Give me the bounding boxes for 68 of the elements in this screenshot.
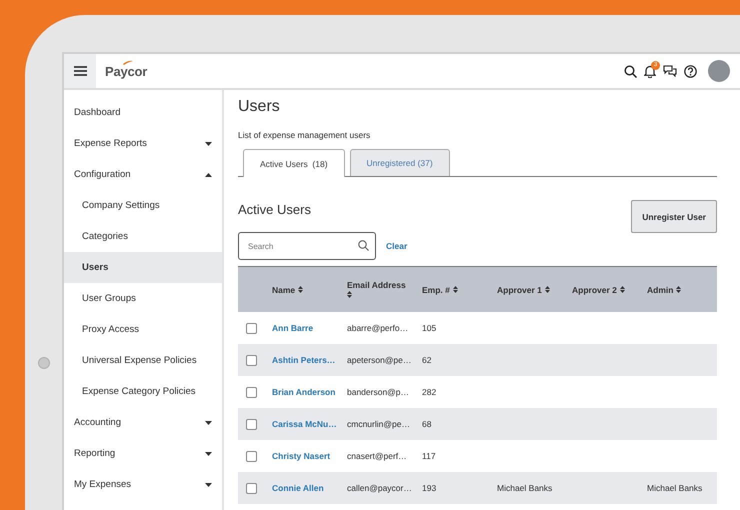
sidebar-item[interactable]: User Groups bbox=[64, 283, 222, 314]
user-name-link[interactable]: Ann Barre bbox=[272, 323, 314, 333]
row-checkbox[interactable] bbox=[246, 418, 257, 430]
unregister-user-button[interactable]: Unregister User bbox=[631, 200, 717, 233]
search-field[interactable]: Search bbox=[238, 232, 376, 260]
sidebar-item[interactable]: Expense Reports bbox=[64, 128, 222, 159]
menu-icon bbox=[74, 66, 86, 76]
menu-button[interactable] bbox=[64, 54, 96, 88]
table-cell: Michael Banks bbox=[647, 483, 702, 493]
table-cell: 282 bbox=[422, 387, 436, 397]
sort-icon bbox=[298, 286, 304, 293]
page-subtitle: List of expense management users bbox=[238, 130, 372, 140]
table-cell: abarre@perfo… bbox=[347, 323, 408, 333]
sort-icon bbox=[620, 286, 625, 293]
row-checkbox[interactable] bbox=[246, 450, 257, 462]
page-title: Users bbox=[238, 98, 281, 116]
column-header[interactable]: Approver 1 bbox=[497, 284, 542, 294]
table-cell: cnasert@perf… bbox=[347, 451, 407, 461]
sidebar-item[interactable]: Company Settings bbox=[64, 190, 222, 221]
user-name-link[interactable]: Brian Anderson bbox=[272, 387, 336, 397]
sidebar-item[interactable]: Users bbox=[64, 252, 222, 283]
table-cell: apeterson@pe… bbox=[347, 355, 412, 365]
search-icon bbox=[358, 240, 369, 251]
row-checkbox[interactable] bbox=[246, 386, 257, 398]
sort-icon bbox=[676, 286, 682, 293]
table-cell: 68 bbox=[422, 419, 432, 429]
table-cell: cmcnurlin@pe… bbox=[347, 419, 410, 429]
sidebar-item[interactable]: Universal Expense Policies bbox=[64, 345, 222, 376]
row-checkbox[interactable] bbox=[246, 322, 257, 334]
column-header[interactable]: Approver 2 bbox=[572, 284, 617, 294]
help-icon bbox=[684, 64, 697, 78]
table-cell: 62 bbox=[422, 355, 432, 365]
column-header[interactable]: Admin bbox=[647, 284, 674, 294]
user-name-link[interactable]: Christy Nasert bbox=[272, 451, 330, 461]
search-icon bbox=[624, 64, 637, 78]
table-cell: banderson@p… bbox=[347, 387, 410, 397]
column-header[interactable]: Emp. # bbox=[422, 284, 450, 294]
sidebar-item[interactable]: Expense Category Policies bbox=[64, 376, 222, 407]
sidebar-item[interactable]: Dashboard bbox=[64, 97, 222, 128]
tab[interactable]: Unregistered (37) bbox=[350, 149, 450, 176]
clear-link[interactable]: Clear bbox=[386, 241, 408, 251]
row-checkbox[interactable] bbox=[246, 354, 257, 366]
logo: Paycor bbox=[105, 64, 148, 78]
section-title: Active Users bbox=[238, 202, 311, 217]
table-cell: Michael Banks bbox=[497, 483, 552, 493]
chat-button[interactable] bbox=[663, 65, 677, 77]
sidebar-item[interactable]: Categories bbox=[64, 221, 222, 252]
table-cell: 105 bbox=[422, 323, 436, 333]
table-cell: 117 bbox=[422, 451, 436, 461]
sidebar-item[interactable]: Accounting bbox=[64, 407, 222, 438]
sort-icon bbox=[452, 286, 458, 293]
chat-icon bbox=[663, 65, 677, 77]
column-header[interactable]: Name bbox=[272, 284, 296, 294]
help-button[interactable] bbox=[684, 64, 697, 78]
sidebar-item[interactable]: Proxy Access bbox=[64, 314, 222, 345]
column-header[interactable]: Email Address bbox=[347, 280, 406, 290]
row-checkbox[interactable] bbox=[246, 482, 257, 494]
avatar[interactable] bbox=[708, 60, 730, 82]
camera-dot bbox=[38, 357, 50, 369]
table-cell: 193 bbox=[422, 483, 436, 493]
sidebar-item[interactable]: Configuration bbox=[64, 159, 222, 190]
table-cell: callen@paycor… bbox=[347, 483, 412, 493]
search-button[interactable] bbox=[624, 64, 637, 78]
bell-icon bbox=[644, 64, 656, 78]
sort-icon bbox=[544, 286, 550, 293]
tab[interactable]: Active Users (18) bbox=[243, 149, 345, 177]
sidebar-item[interactable]: My Expenses bbox=[64, 469, 222, 500]
sidebar-item[interactable]: Reporting bbox=[64, 438, 222, 469]
